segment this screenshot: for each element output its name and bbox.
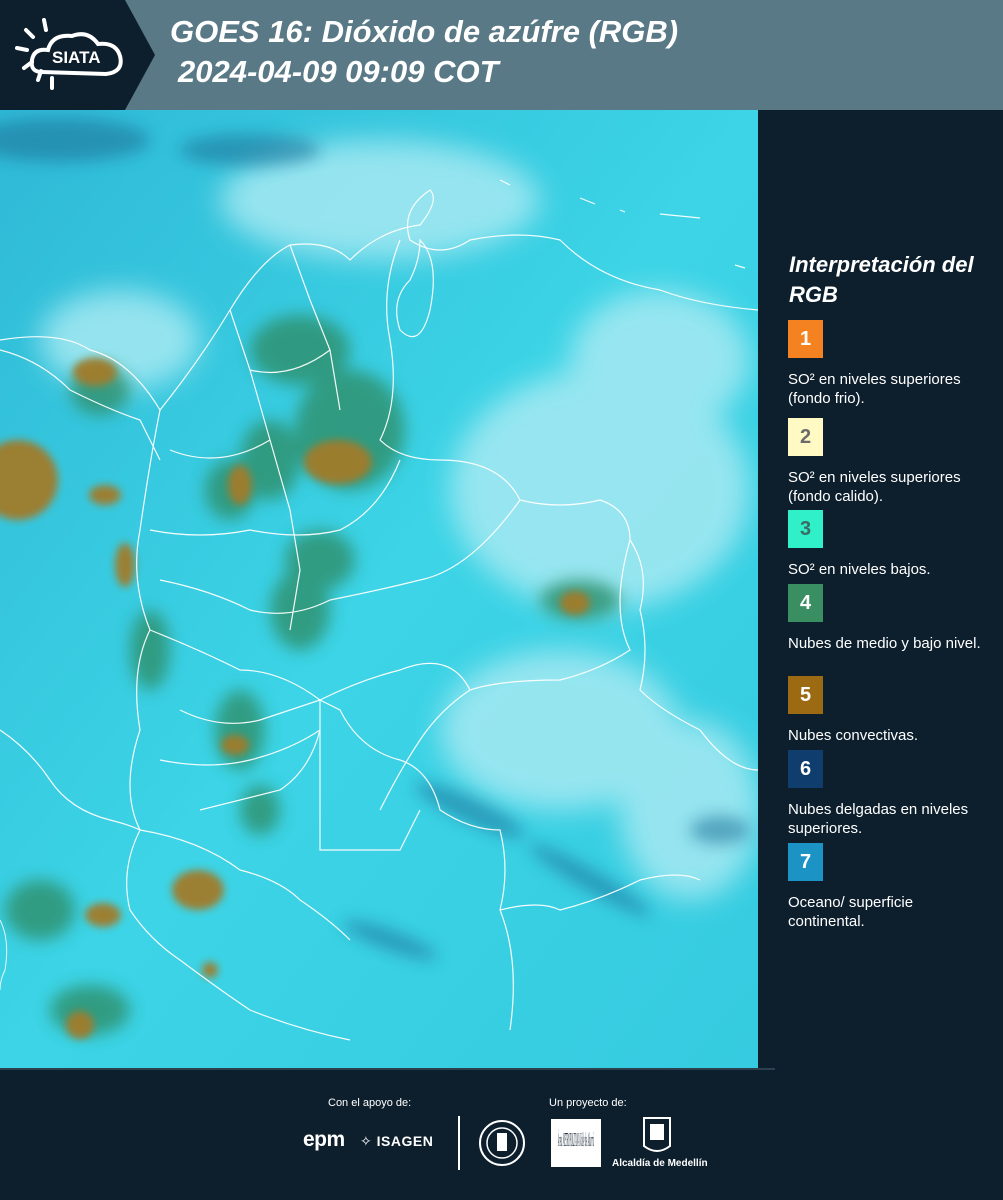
legend-swatch-1: 1 bbox=[788, 320, 823, 358]
legend-item-7: 7 Oceano/ superficie continental. bbox=[788, 843, 993, 931]
legend-item-6: 6 Nubes delgadas en niveles superiores. bbox=[788, 750, 993, 838]
legend-label-2: SO² en niveles superiores (fondo calido)… bbox=[788, 469, 961, 505]
legend-label-4: Nubes de medio y bajo nivel. bbox=[788, 635, 981, 652]
legend-label-6: Nubes delgadas en niveles superiores. bbox=[788, 801, 969, 837]
legend-swatch-3: 3 bbox=[788, 510, 823, 548]
legend-swatch-5: 5 bbox=[788, 676, 823, 714]
legend-swatch-2: 2 bbox=[788, 418, 823, 456]
logo-text: SIATA bbox=[52, 48, 100, 67]
alcaldia-text: Alcaldía de Medellín bbox=[612, 1158, 708, 1169]
header-bar: SIATA GOES 16: Dióxido de azúfre (RGB) 2… bbox=[0, 0, 1003, 110]
area-metropolitana-logo: Área METROPOLITANA Valle de Aburrá bbox=[550, 1118, 602, 1168]
footer-separator bbox=[458, 1116, 460, 1170]
legend-label-5: Nubes convectivas. bbox=[788, 727, 919, 744]
page-title: GOES 16: Dióxido de azúfre (RGB) bbox=[170, 14, 679, 49]
support-caption: Con el apoyo de: bbox=[328, 1097, 412, 1109]
legend-item-3: 3 SO² en niveles bajos. bbox=[788, 510, 993, 579]
isagen-mark-icon: ✧ bbox=[360, 1133, 377, 1149]
legend-label-7: Oceano/ superficie continental. bbox=[788, 894, 914, 930]
satellite-rgb-map bbox=[0, 110, 758, 1070]
legend-item-5: 5 Nubes convectivas. bbox=[788, 676, 993, 745]
legend-item-4: 4 Nubes de medio y bajo nivel. bbox=[788, 584, 993, 653]
legend-swatch-6: 6 bbox=[788, 750, 823, 788]
siata-logo: SIATA bbox=[0, 0, 155, 110]
medellin-seal-icon bbox=[478, 1118, 526, 1168]
legend-panel: Interpretación del RGB 1 SO² en niveles … bbox=[758, 110, 1003, 1070]
legend-title: Interpretación del RGB bbox=[789, 252, 974, 307]
legend-label-3: SO² en niveles bajos. bbox=[788, 561, 931, 578]
legend-swatch-7: 7 bbox=[788, 843, 823, 881]
area-logo-wordmark: Área METROPOLITANA Valle de Aburrá bbox=[558, 1128, 594, 1151]
isagen-logo: ✧ ISAGEN bbox=[360, 1133, 434, 1149]
project-caption: Un proyecto de: bbox=[549, 1097, 627, 1109]
page-timestamp: 2024-04-09 09:09 COT bbox=[178, 54, 499, 89]
legend-label-1: SO² en niveles superiores (fondo frio). bbox=[788, 371, 961, 407]
legend-item-2: 2 SO² en niveles superiores (fondo calid… bbox=[788, 418, 993, 506]
legend-item-1: 1 SO² en niveles superiores (fondo frio)… bbox=[788, 320, 993, 408]
epm-logo: epm bbox=[303, 1128, 345, 1151]
legend-swatch-4: 4 bbox=[788, 584, 823, 622]
